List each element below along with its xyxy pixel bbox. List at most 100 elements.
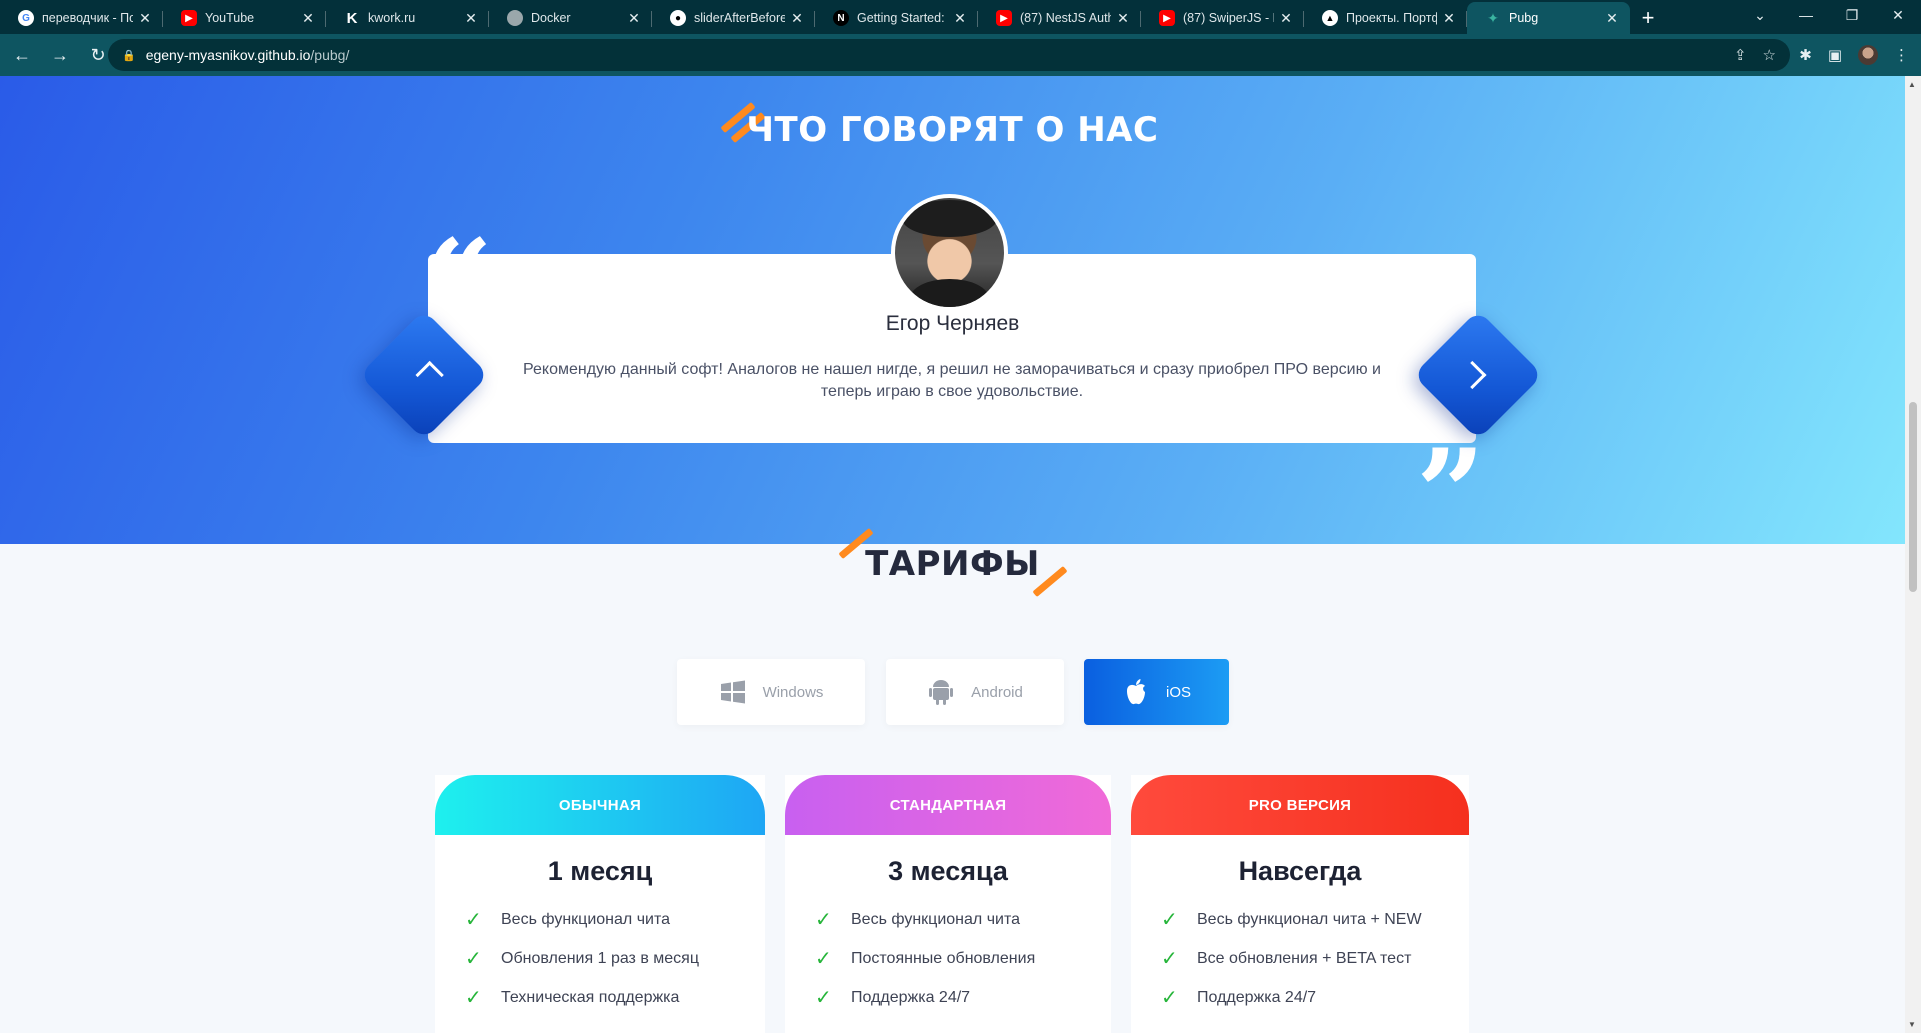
tab-title: YouTube [205, 11, 255, 25]
plan-feature: ✓ Весь функционал чита + NEW [1161, 909, 1422, 931]
back-icon[interactable]: ← [6, 39, 38, 71]
tab-title: (87) NestJS Authorization [1020, 11, 1111, 25]
nextjs-icon: N [833, 10, 849, 26]
youtube-icon: ▶ [1159, 10, 1175, 26]
tab-strip: G переводчик - Поиск в Google ✕ ▶ YouTub… [0, 0, 1921, 34]
plan-card: PRO ВЕРСИЯ Навсегда ✓ Весь функционал чит… [1131, 775, 1469, 1033]
tab-title: Getting Started: Installation [857, 11, 948, 25]
reviewer-photo [891, 194, 1008, 311]
plan-feature: ✓ Техническая поддержка [465, 987, 680, 1009]
close-tab-icon[interactable]: ✕ [626, 10, 642, 27]
close-tab-icon[interactable]: ✕ [1278, 10, 1294, 27]
close-tab-icon[interactable]: ✕ [952, 10, 968, 27]
browser-tab-active[interactable]: ✦ Pubg ✕ [1467, 2, 1630, 34]
plan-feature: ✓ Поддержка 24/7 [815, 987, 971, 1009]
check-icon: ✓ [815, 948, 832, 970]
check-icon: ✓ [815, 987, 832, 1009]
android-icon [927, 678, 955, 706]
scroll-up-icon[interactable]: ▲ [1908, 80, 1916, 89]
tab-search-icon[interactable]: ⌄ [1737, 0, 1783, 30]
browser-tab[interactable]: ▶ (87) NestJS Authorization ✕ [978, 2, 1141, 34]
browser-tab[interactable]: G переводчик - Поиск в Google ✕ [0, 2, 163, 34]
kwork-icon: K [346, 9, 358, 27]
windows-icon [719, 678, 747, 706]
tab-title: Pubg [1509, 11, 1539, 25]
google-icon: G [18, 10, 34, 26]
os-tab-label: Windows [762, 683, 824, 701]
scroll-down-icon[interactable]: ▼ [1908, 1020, 1916, 1029]
youtube-icon: ▶ [181, 10, 197, 26]
minimize-icon[interactable]: — [1783, 0, 1829, 30]
bookmark-star-icon[interactable]: ☆ [1763, 46, 1776, 64]
os-tab-android[interactable]: Android [886, 659, 1064, 725]
check-icon: ✓ [815, 909, 832, 931]
close-tab-icon[interactable]: ✕ [463, 10, 479, 27]
reviewer-name: Егор Черняев [885, 312, 1020, 335]
close-tab-icon[interactable]: ✕ [137, 10, 153, 27]
reviews-section: ЧТО ГОВОРЯТ О НАС “ ” Егор Черняев Реком… [0, 76, 1905, 554]
chevron-right-icon [1458, 360, 1487, 390]
forward-icon[interactable]: → [44, 39, 76, 71]
browser-tab[interactable]: ▶ YouTube ✕ [163, 2, 326, 34]
plan-name: PRO ВЕРСИЯ [1248, 796, 1352, 814]
close-tab-icon[interactable]: ✕ [300, 10, 316, 27]
plan-header: PRO ВЕРСИЯ [1131, 775, 1469, 835]
extensions-icon[interactable]: ✱ [1799, 46, 1812, 64]
browser-tab[interactable]: N Getting Started: Installation ✕ [815, 2, 978, 34]
restore-icon[interactable]: ❐ [1829, 0, 1875, 30]
plan-header: ОБЫЧНАЯ [435, 775, 765, 835]
reviews-title: ЧТО ГОВОРЯТ О НАС [746, 110, 1159, 150]
youtube-icon: ▶ [996, 10, 1012, 26]
chevron-left-icon [415, 360, 444, 390]
plan-feature: ✓ Поддержка 24/7 [1161, 987, 1317, 1009]
profile-avatar[interactable] [1858, 45, 1878, 65]
plan-header: СТАНДАРТНАЯ [785, 775, 1111, 835]
os-tab-ios[interactable]: iOS [1084, 659, 1229, 725]
tab-title: (87) SwiperJS - React [1183, 11, 1274, 25]
plan-term: 3 месяца [888, 856, 1008, 886]
close-window-icon[interactable]: ✕ [1875, 0, 1921, 30]
triangle-icon: ▲ [1322, 10, 1338, 26]
tariffs-title: ТАРИФЫ [865, 544, 1040, 584]
close-tab-icon[interactable]: ✕ [1441, 10, 1457, 27]
address-bar[interactable]: 🔒 egeny-myasnikov.github.io/pubg/ ⇪ ☆ [108, 39, 1790, 71]
browser-tab[interactable]: ▲ Проекты. Портфолио ✕ [1304, 2, 1467, 34]
plan-name: СТАНДАРТНАЯ [889, 796, 1007, 814]
browser-tab[interactable]: Docker ✕ [489, 2, 652, 34]
tab-title: переводчик - Поиск в Google [42, 11, 133, 25]
plan-feature: ✓ Обновления 1 раз в месяц [465, 948, 700, 970]
review-text: Рекомендую данный софт! Аналогов не наше… [523, 361, 1381, 400]
close-tab-icon[interactable]: ✕ [789, 10, 805, 27]
plan-feature: ✓ Весь функционал чита [465, 909, 671, 931]
apple-icon [1122, 678, 1150, 706]
page-viewport: ЧТО ГОВОРЯТ О НАС “ ” Егор Черняев Реком… [0, 76, 1905, 1033]
page-scrollbar[interactable]: ▲ ▼ [1905, 76, 1921, 1033]
browser-toolbar: ← → ↻ 🔒 egeny-myasnikov.github.io/pubg/ … [0, 34, 1921, 76]
browser-tab[interactable]: ● sliderAfterBefore/ ✕ [652, 2, 815, 34]
share-icon[interactable]: ⇪ [1734, 46, 1747, 64]
new-tab-button[interactable]: + [1630, 2, 1666, 34]
check-icon: ✓ [465, 948, 482, 970]
close-tab-icon[interactable]: ✕ [1604, 10, 1620, 27]
plan-feature: ✓ Весь функционал чита [815, 909, 1021, 931]
menu-kebab-icon[interactable]: ⋮ [1894, 46, 1909, 64]
browser-tab[interactable]: K kwork.ru ✕ [326, 2, 489, 34]
tab-title: sliderAfterBefore/ [694, 11, 785, 25]
check-icon: ✓ [465, 909, 482, 931]
lock-icon[interactable]: 🔒 [122, 49, 136, 62]
check-icon: ✓ [1161, 987, 1178, 1009]
browser-tab[interactable]: ▶ (87) SwiperJS - React ✕ [1141, 2, 1304, 34]
close-quote-icon: ” [1416, 423, 1486, 564]
scrollbar-thumb[interactable] [1909, 402, 1917, 592]
plan-feature: ✓ Постоянные обновления [815, 948, 1036, 970]
github-icon: ● [670, 10, 686, 26]
tab-title: Docker [531, 11, 571, 25]
plan-term: Навсегда [1238, 856, 1362, 886]
plan-card: ОБЫЧНАЯ 1 месяц ✓ Весь функционал чита ✓ О… [435, 775, 765, 1033]
plan-feature: ✓ Все обновления + BETA тест [1161, 948, 1412, 970]
tab-title: kwork.ru [368, 11, 416, 25]
close-tab-icon[interactable]: ✕ [1115, 10, 1131, 27]
side-panel-icon[interactable]: ▣ [1828, 46, 1842, 64]
url-path: /pubg/ [310, 47, 350, 63]
os-tab-windows[interactable]: Windows [677, 659, 865, 725]
